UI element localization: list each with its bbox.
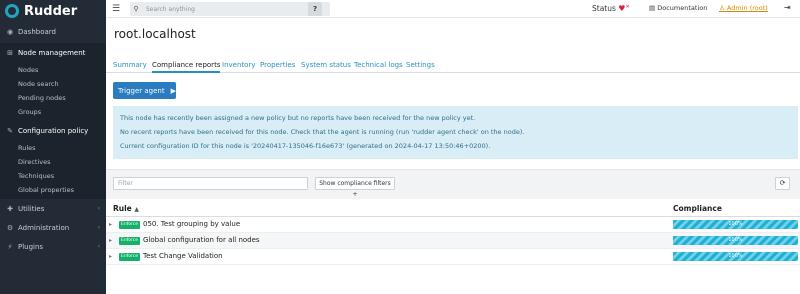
sidebar-item-node-management[interactable]: ⊞ Node management bbox=[0, 43, 106, 62]
filter-input[interactable]: Filter bbox=[113, 177, 308, 190]
sidebar-item-label: Administration bbox=[18, 223, 70, 232]
brand[interactable]: Rudder bbox=[0, 0, 106, 22]
chevron-left-icon: ‹ bbox=[97, 224, 100, 231]
tab-system-status[interactable]: System status bbox=[301, 61, 351, 69]
search-input[interactable]: Search anything bbox=[142, 6, 195, 13]
compliance-column-header[interactable]: Compliance bbox=[673, 204, 722, 213]
sidebar-subitem-nodes[interactable]: Nodes bbox=[0, 63, 106, 77]
node-management-submenu: Nodes Node search Pending nodes Groups bbox=[0, 62, 106, 121]
sidebar-item-label: Utilities bbox=[18, 204, 45, 213]
sidebar-item-label: Plugins bbox=[18, 242, 44, 251]
rule-name[interactable]: 050. Test grouping by value bbox=[143, 220, 240, 228]
wrench-icon: ✚ bbox=[7, 204, 13, 213]
compliance-value: 100% bbox=[728, 221, 743, 227]
status-label: Status bbox=[592, 4, 616, 13]
documentation-link[interactable]: ▤ Documentation bbox=[649, 4, 707, 12]
pencil-icon: ✎ bbox=[7, 126, 13, 135]
user-icon: ♙ bbox=[719, 4, 725, 12]
sidebar: Rudder ◉ Dashboard ⊞ Node management Nod… bbox=[0, 0, 106, 294]
sidebar-subitem-global-properties[interactable]: Global properties bbox=[0, 183, 106, 197]
sidebar-item-label: Dashboard bbox=[18, 27, 56, 36]
enforce-badge: Enforce bbox=[119, 237, 141, 245]
sidebar-item-label: Configuration policy bbox=[18, 126, 89, 135]
topbar: ☰ ⚲ Search anything ? Status ♥✕ ▤ Docume… bbox=[106, 0, 800, 18]
rule-column-header[interactable]: Rule ▲ bbox=[113, 204, 139, 213]
sidebar-item-dashboard[interactable]: ◉ Dashboard bbox=[0, 22, 106, 41]
compliance-panel: Filter Show compliance filters + ⟳ Rule … bbox=[106, 169, 800, 294]
search-icon: ⚲ bbox=[133, 5, 139, 13]
sidebar-subitem-directives[interactable]: Directives bbox=[0, 155, 106, 169]
refresh-icon[interactable]: ⟳ bbox=[775, 177, 790, 190]
expand-caret-icon[interactable]: ▸ bbox=[109, 237, 112, 244]
user-label: Admin (root) bbox=[726, 4, 768, 12]
sidebar-item-utilities[interactable]: ✚ Utilities ‹ bbox=[0, 199, 106, 218]
expand-caret-icon[interactable]: ▸ bbox=[109, 253, 112, 260]
gear-icon: ⚙ bbox=[6, 223, 14, 232]
sidebar-subitem-groups[interactable]: Groups bbox=[0, 105, 106, 119]
enforce-badge: Enforce bbox=[119, 221, 141, 229]
compliance-bar: 100% bbox=[673, 252, 798, 261]
compliance-value: 100% bbox=[728, 253, 743, 259]
sidebar-item-configuration-policy[interactable]: ✎ Configuration policy bbox=[0, 121, 106, 140]
trigger-agent-label: Trigger agent bbox=[118, 86, 165, 95]
rudder-logo-icon bbox=[5, 4, 19, 18]
error-x-icon: ✕ bbox=[625, 4, 630, 10]
help-icon[interactable]: ? bbox=[308, 2, 322, 16]
hamburger-menu-icon[interactable]: ☰ bbox=[106, 4, 126, 14]
expand-caret-icon[interactable]: ▸ bbox=[109, 221, 112, 228]
status-menu[interactable]: Status ♥✕ bbox=[592, 4, 630, 13]
table-row[interactable]: ▸ Enforce Global configuration for all n… bbox=[106, 233, 800, 249]
rule-name[interactable]: Global configuration for all nodes bbox=[143, 236, 260, 244]
page-title: root.localhost bbox=[114, 27, 196, 41]
tab-compliance-reports[interactable]: Compliance reports bbox=[152, 61, 221, 73]
sort-asc-icon: ▲ bbox=[134, 206, 140, 213]
enforce-badge: Enforce bbox=[119, 253, 141, 261]
main-content: root.localhost Summary Compliance report… bbox=[106, 18, 800, 294]
chevron-left-icon: ‹ bbox=[97, 205, 100, 212]
sidebar-item-administration[interactable]: ⚙ Administration ‹ bbox=[0, 218, 106, 237]
compliance-bar: 100% bbox=[673, 236, 798, 245]
logout-icon[interactable]: ⇥ bbox=[784, 3, 791, 12]
dashboard-icon: ◉ bbox=[6, 27, 14, 36]
play-icon: ▶ bbox=[170, 86, 176, 95]
rules-table: Rule ▲ Compliance ▸ Enforce 050. Test gr… bbox=[106, 199, 800, 294]
sidebar-subitem-techniques[interactable]: Techniques bbox=[0, 169, 106, 183]
compliance-value: 100% bbox=[728, 237, 743, 243]
table-row[interactable]: ▸ Enforce 050. Test grouping by value 10… bbox=[106, 217, 800, 233]
alert-line: Current configuration ID for this node i… bbox=[120, 142, 491, 150]
documentation-label: Documentation bbox=[657, 4, 708, 12]
sidebar-item-label: Node management bbox=[18, 48, 86, 57]
table-header: Rule ▲ Compliance bbox=[106, 199, 800, 217]
book-icon: ▤ bbox=[649, 4, 656, 12]
brand-name: Rudder bbox=[24, 3, 78, 19]
sidebar-item-plugins[interactable]: ⚡ Plugins ‹ bbox=[0, 237, 106, 256]
global-search[interactable]: ⚲ Search anything bbox=[130, 2, 330, 16]
user-menu[interactable]: ♙ Admin (root) bbox=[719, 4, 768, 12]
compliance-bar: 100% bbox=[673, 220, 798, 229]
tab-bar: Summary Compliance reports Inventory Pro… bbox=[106, 58, 800, 73]
show-compliance-filters-button[interactable]: Show compliance filters + bbox=[315, 177, 395, 198]
tab-inventory[interactable]: Inventory bbox=[222, 61, 255, 69]
sidebar-subitem-rules[interactable]: Rules bbox=[0, 141, 106, 155]
table-row[interactable]: ▸ Enforce Test Change Validation 100% bbox=[106, 249, 800, 265]
alert-line: This node has recently been assigned a n… bbox=[120, 114, 476, 122]
tab-technical-logs[interactable]: Technical logs bbox=[354, 61, 403, 69]
chevron-left-icon: ‹ bbox=[97, 243, 100, 250]
trigger-agent-button[interactable]: Trigger agent ▶ bbox=[113, 82, 176, 99]
sidebar-subitem-pending-nodes[interactable]: Pending nodes bbox=[0, 91, 106, 105]
alert-line: No recent reports have been received for… bbox=[120, 128, 525, 136]
tab-properties[interactable]: Properties bbox=[260, 61, 295, 69]
rule-name[interactable]: Test Change Validation bbox=[143, 252, 223, 260]
plug-icon: ⚡ bbox=[7, 242, 13, 251]
sitemap-icon: ⊞ bbox=[7, 48, 13, 57]
info-alert: This node has recently been assigned a n… bbox=[113, 106, 798, 159]
tab-settings[interactable]: Settings bbox=[406, 61, 435, 69]
configuration-policy-submenu: Rules Directives Techniques Global prope… bbox=[0, 140, 106, 199]
sidebar-subitem-node-search[interactable]: Node search bbox=[0, 77, 106, 91]
tab-summary[interactable]: Summary bbox=[113, 61, 147, 69]
